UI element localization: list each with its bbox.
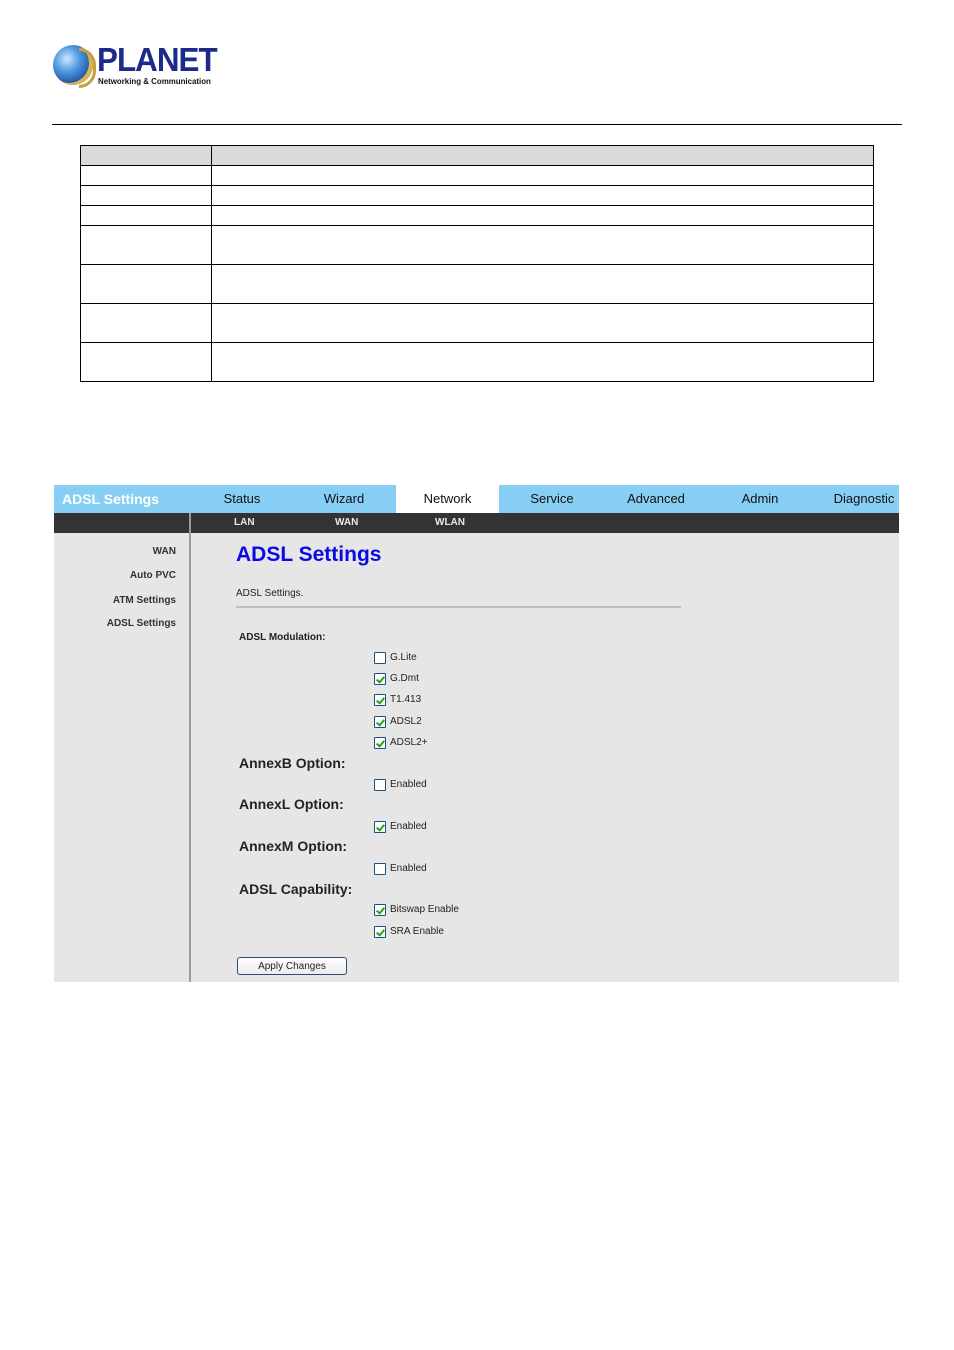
document-table <box>80 145 874 382</box>
table-cell <box>80 185 212 206</box>
annexl-option-label: AnnexL Option: <box>239 796 344 812</box>
checkbox-box[interactable] <box>374 736 386 749</box>
table-cell <box>211 185 874 206</box>
checkbox-label: SRA Enable <box>390 926 444 937</box>
table-row <box>80 185 874 206</box>
checkbox-box[interactable] <box>374 672 386 685</box>
globe-icon <box>53 45 96 88</box>
checkbox-annexb-enabled[interactable]: Enabled <box>374 778 427 791</box>
checkbox-box[interactable] <box>374 715 386 728</box>
table-cell <box>211 342 874 382</box>
checkbox-box[interactable] <box>374 820 386 833</box>
table-cell <box>80 205 212 226</box>
page-description: ADSL Settings. <box>236 588 304 599</box>
table-cell <box>80 342 212 382</box>
checkbox-label: ADSL2 <box>390 716 422 727</box>
sidebar-item-atm-settings[interactable]: ATM Settings <box>113 595 176 606</box>
table-row <box>80 342 874 382</box>
checkbox-annexm-enabled[interactable]: Enabled <box>374 862 427 875</box>
annexm-option-label: AnnexM Option: <box>239 838 348 854</box>
checkbox-label: Enabled <box>390 821 427 832</box>
tab-network[interactable]: Network <box>396 485 499 513</box>
tab-diagnostic[interactable]: Diagnostic <box>822 485 899 513</box>
tab-wizard[interactable]: Wizard <box>296 485 392 513</box>
checkbox-label: T1.413 <box>390 694 422 705</box>
tab-status[interactable]: Status <box>196 485 288 513</box>
checkbox-adsl2-plus[interactable]: ADSL2+ <box>374 736 428 749</box>
checkbox-label: Bitswap Enable <box>390 904 459 915</box>
checkbox-label: Enabled <box>390 779 427 790</box>
adsl-capability-label: ADSL Capability: <box>239 881 353 897</box>
sidebar-item-adsl-settings[interactable]: ADSL Settings <box>107 618 176 629</box>
sidebar-item-wan[interactable]: WAN <box>153 546 176 557</box>
table-row <box>80 303 874 343</box>
checkbox-box[interactable] <box>374 925 386 938</box>
table-cell <box>80 225 212 265</box>
table-header-row <box>80 145 874 166</box>
tab-admin[interactable]: Admin <box>714 485 806 513</box>
logo-wordmark: PLANET <box>97 41 218 78</box>
checkbox-adsl2[interactable]: ADSL2 <box>374 715 422 728</box>
subtab-wan[interactable]: WAN <box>335 513 358 533</box>
checkbox-label: Enabled <box>390 863 427 874</box>
brand-title: ADSL Settings <box>62 491 159 507</box>
router-ui-screenshot: ADSL Settings Status Wizard Network Serv… <box>54 485 899 982</box>
annexb-option-label: AnnexB Option: <box>239 755 346 771</box>
table-cell <box>80 303 212 343</box>
apply-changes-button[interactable]: Apply Changes <box>237 957 347 975</box>
checkbox-box[interactable] <box>374 903 386 916</box>
table-cell <box>211 165 874 186</box>
checkbox-bitswap-enable[interactable]: Bitswap Enable <box>374 903 459 916</box>
table-header-cell <box>211 145 874 166</box>
checkbox-label: ADSL2+ <box>390 737 428 748</box>
table-cell <box>80 165 212 186</box>
planet-logo: PLANET Networking & Communication <box>53 43 218 88</box>
adsl-modulation-label: ADSL Modulation: <box>239 632 326 643</box>
sidebar-divider <box>189 513 191 982</box>
content-divider <box>236 606 681 608</box>
table-cell <box>211 264 874 304</box>
table-header-cell <box>80 145 212 166</box>
checkbox-t1-413[interactable]: T1.413 <box>374 693 421 706</box>
checkbox-sra-enable[interactable]: SRA Enable <box>374 925 444 938</box>
checkbox-label: G.Dmt <box>390 673 419 684</box>
table-cell <box>211 205 874 226</box>
table-row <box>80 205 874 226</box>
checkbox-label: G.Lite <box>390 652 417 663</box>
header-rule <box>52 124 902 125</box>
sidebar-item-auto-pvc[interactable]: Auto PVC <box>130 570 176 581</box>
table-cell <box>211 225 874 265</box>
sub-nav: LAN WAN WLAN <box>54 513 899 533</box>
top-nav: ADSL Settings Status Wizard Network Serv… <box>54 485 899 513</box>
checkbox-annexl-enabled[interactable]: Enabled <box>374 820 427 833</box>
checkbox-box[interactable] <box>374 693 386 706</box>
page-title: ADSL Settings <box>236 543 382 566</box>
table-cell <box>211 303 874 343</box>
checkbox-box[interactable] <box>374 778 386 791</box>
tab-service[interactable]: Service <box>504 485 600 513</box>
table-row <box>80 165 874 186</box>
subtab-wlan[interactable]: WLAN <box>435 513 465 533</box>
table-cell <box>80 264 212 304</box>
checkbox-g-dmt[interactable]: G.Dmt <box>374 672 419 685</box>
table-row <box>80 225 874 265</box>
checkbox-g-lite[interactable]: G.Lite <box>374 651 417 664</box>
checkbox-box[interactable] <box>374 651 386 664</box>
logo-tagline: Networking & Communication <box>98 76 211 86</box>
tab-advanced[interactable]: Advanced <box>606 485 706 513</box>
subtab-lan[interactable]: LAN <box>234 513 255 533</box>
checkbox-box[interactable] <box>374 862 386 875</box>
table-row <box>80 264 874 304</box>
